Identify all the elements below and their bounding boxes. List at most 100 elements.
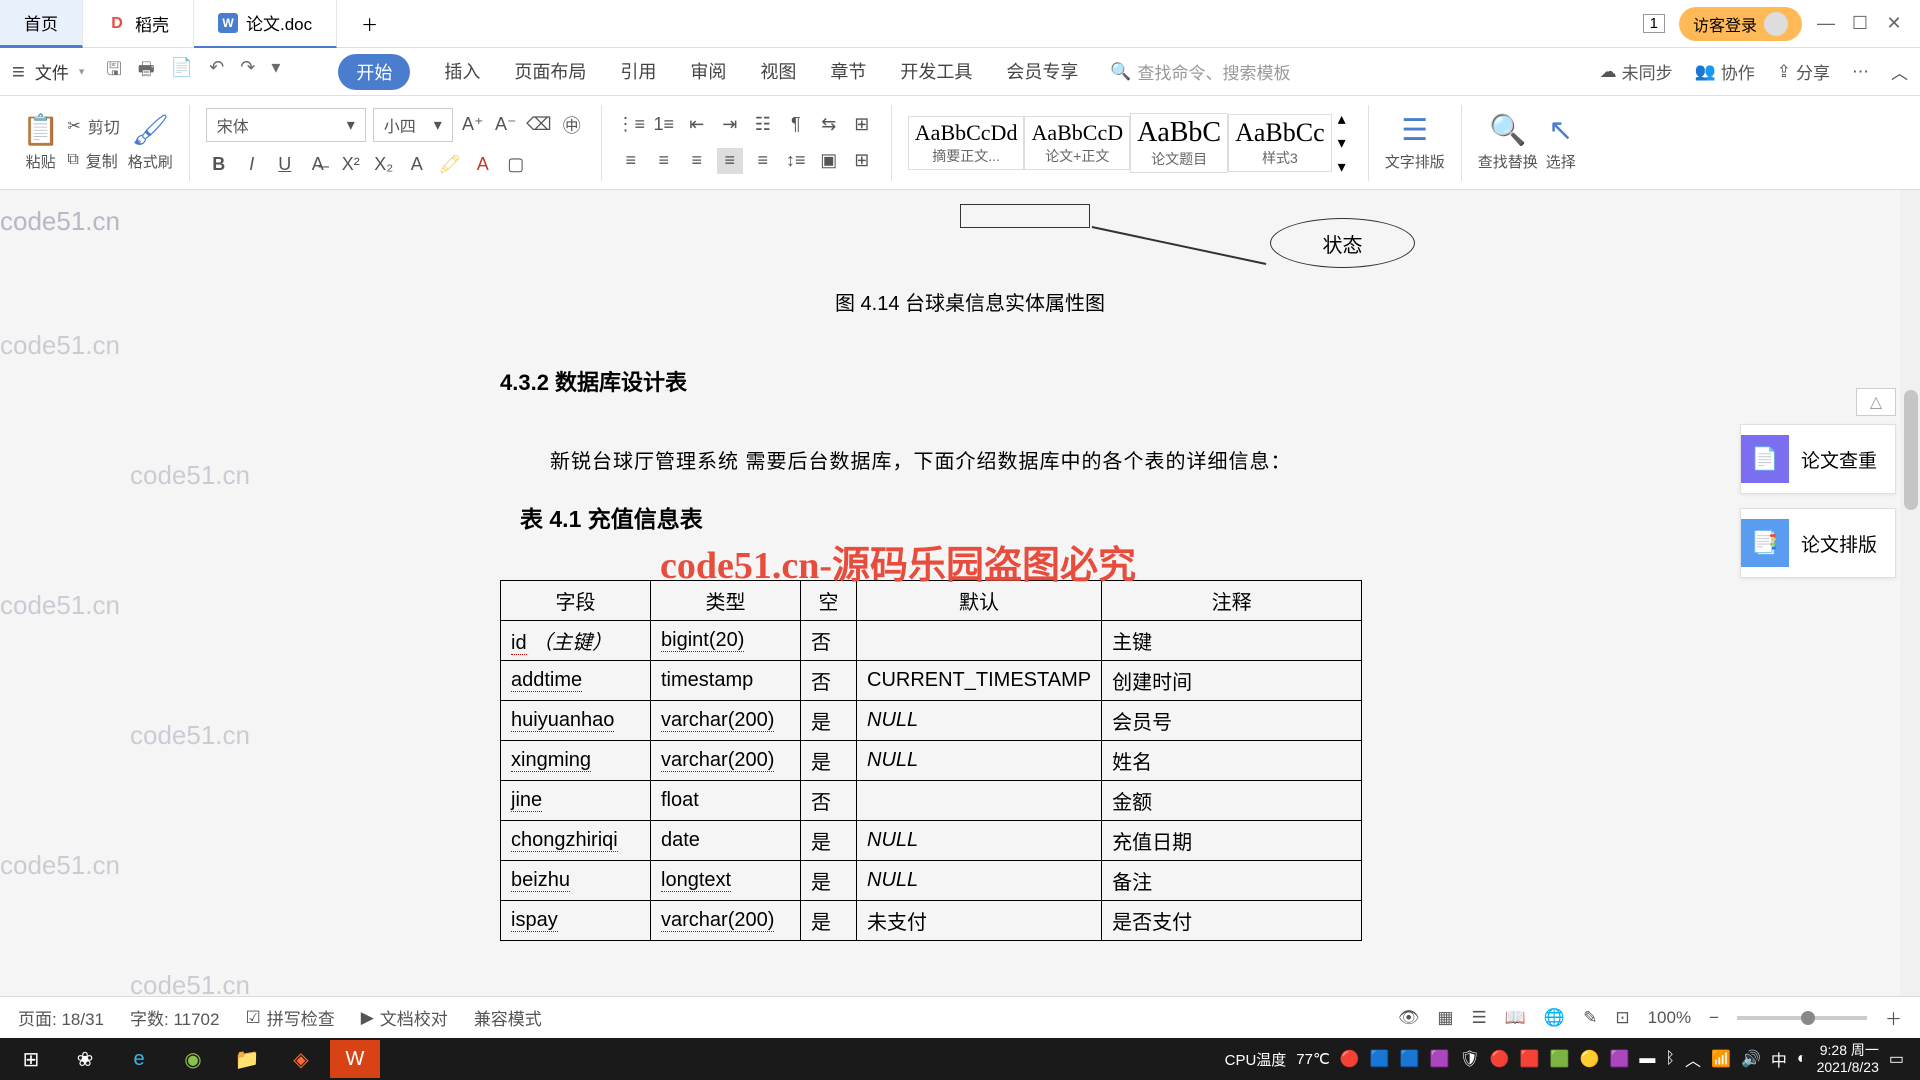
redo-icon[interactable]: ↷ xyxy=(240,57,255,87)
superscript-button[interactable]: X² xyxy=(338,152,364,178)
fit-icon[interactable]: ⊡ xyxy=(1615,1008,1629,1028)
tab-daoke[interactable]: D稻壳 xyxy=(83,0,194,48)
phonetic-icon[interactable]: ㊥ xyxy=(559,112,585,138)
menu-tab-view[interactable]: 视图 xyxy=(760,54,796,90)
wps-icon[interactable]: W xyxy=(330,1040,380,1078)
style-item[interactable]: AaBbC论文题目 xyxy=(1130,113,1228,173)
menu-tab-reference[interactable]: 引用 xyxy=(620,54,656,90)
tab-document[interactable]: W论文.doc xyxy=(194,0,337,48)
tray-icon[interactable]: ▬ xyxy=(1639,1050,1655,1068)
subscript-button[interactable]: X₂ xyxy=(371,152,397,178)
pen-icon[interactable]: ✎ xyxy=(1583,1008,1597,1028)
borders-icon[interactable]: ⊞ xyxy=(849,148,875,174)
ie-icon[interactable]: e xyxy=(114,1040,164,1078)
number-list-icon[interactable]: 1≡ xyxy=(651,112,677,138)
window-count[interactable]: 1 xyxy=(1643,14,1665,33)
menu-tab-chapter[interactable]: 章节 xyxy=(830,54,866,90)
style-more-icon[interactable]: ▾ xyxy=(1338,157,1346,177)
format-painter-button[interactable]: 🖌格式刷 xyxy=(128,113,173,172)
zoom-slider[interactable] xyxy=(1737,1016,1867,1020)
tray-up-icon[interactable]: ︿ xyxy=(1685,1047,1701,1071)
sync-status[interactable]: ☁未同步 xyxy=(1600,59,1673,84)
tray-icon[interactable]: 🔴 xyxy=(1340,1049,1360,1069)
tray-icon[interactable]: ◐ xyxy=(1797,1050,1807,1068)
increase-indent-icon[interactable]: ⇥ xyxy=(717,112,743,138)
save-icon[interactable]: 🖫 xyxy=(106,57,121,87)
undo-icon[interactable]: ↶ xyxy=(209,57,224,87)
file-menu[interactable]: 文件 xyxy=(35,59,69,84)
spell-check[interactable]: ☑拼写检查 xyxy=(245,1005,334,1030)
read-view-icon[interactable]: 📖 xyxy=(1505,1008,1526,1028)
chevron-down-icon[interactable]: ▾ xyxy=(79,65,85,78)
text-effect-button[interactable]: A xyxy=(404,152,430,178)
align-right-icon[interactable]: ≡ xyxy=(684,148,710,174)
page-view-icon[interactable]: ▦ xyxy=(1437,1008,1453,1028)
char-border-button[interactable]: ▢ xyxy=(503,152,529,178)
document-area[interactable]: 状态 图 4.14 台球桌信息实体属性图 4.3.2 数据库设计表 新锐台球厅管… xyxy=(0,190,1920,1024)
tray-icon[interactable]: 🟦 xyxy=(1370,1049,1390,1069)
menu-tab-member[interactable]: 会员专享 xyxy=(1006,54,1078,90)
notification-icon[interactable]: ▭ xyxy=(1889,1049,1904,1069)
style-item[interactable]: AaBbCcDd摘要正文... xyxy=(908,116,1025,170)
taskbar-clock[interactable]: 9:28 周一 2021/8/23 xyxy=(1817,1042,1879,1076)
underline-button[interactable]: U xyxy=(272,152,298,178)
copy-button[interactable]: ⧉复制 xyxy=(67,148,119,172)
menu-tab-devtools[interactable]: 开发工具 xyxy=(900,54,972,90)
start-button[interactable]: ⊞ xyxy=(6,1040,56,1078)
distribute-icon[interactable]: ≡ xyxy=(750,148,776,174)
paste-button[interactable]: 📋粘贴 xyxy=(22,113,59,172)
login-button[interactable]: 访客登录 xyxy=(1679,7,1802,41)
menu-tab-start[interactable]: 开始 xyxy=(338,54,410,90)
cut-button[interactable]: ✂剪切 xyxy=(67,114,119,138)
menu-tab-review[interactable]: 审阅 xyxy=(690,54,726,90)
border-icon[interactable]: ⊞ xyxy=(849,112,875,138)
align-justify-icon[interactable]: ≡ xyxy=(717,148,743,174)
chevron-down-icon[interactable]: ▾ xyxy=(271,57,280,87)
chevron-up-icon[interactable]: ︿ xyxy=(1891,59,1908,84)
hamburger-icon[interactable]: ≡ xyxy=(12,59,25,85)
share-button[interactable]: ⇪分享 xyxy=(1777,59,1830,84)
style-down-icon[interactable]: ▾ xyxy=(1338,133,1346,153)
menu-tab-insert[interactable]: 插入 xyxy=(444,54,480,90)
para-mark-icon[interactable]: ¶ xyxy=(783,112,809,138)
maximize-button[interactable]: ☐ xyxy=(1850,14,1870,34)
tab-icon[interactable]: ⇆ xyxy=(816,112,842,138)
italic-button[interactable]: I xyxy=(239,152,265,178)
explorer-icon[interactable]: 📁 xyxy=(222,1040,272,1078)
paper-check-button[interactable]: 📄论文查重 xyxy=(1740,424,1896,494)
paper-layout-button[interactable]: 📑论文排版 xyxy=(1740,508,1896,578)
align-center-icon[interactable]: ≡ xyxy=(651,148,677,174)
tray-icon[interactable]: 🛡 xyxy=(1460,1049,1480,1069)
tab-home[interactable]: 首页 xyxy=(0,0,83,48)
bluetooth-icon[interactable]: ᛒ xyxy=(1665,1050,1675,1068)
menu-tab-pagelayout[interactable]: 页面布局 xyxy=(514,54,586,90)
tray-icon[interactable]: 🟩 xyxy=(1550,1049,1570,1069)
word-count[interactable]: 字数: 11702 xyxy=(130,1005,219,1030)
shading-icon[interactable]: ▣ xyxy=(816,148,842,174)
highlight-button[interactable]: 🖍 xyxy=(437,152,463,178)
tab-new[interactable]: ＋ xyxy=(337,0,402,48)
decrease-font-icon[interactable]: A⁻ xyxy=(493,112,519,138)
zoom-in-icon[interactable]: ＋ xyxy=(1885,1005,1902,1030)
volume-icon[interactable]: 🔊 xyxy=(1741,1049,1761,1069)
text-layout-button[interactable]: ☰文字排版 xyxy=(1385,113,1445,172)
taskbar-app[interactable]: ❀ xyxy=(60,1040,110,1078)
clear-format-icon[interactable]: ⌫ xyxy=(526,112,552,138)
ime-icon[interactable]: 中 xyxy=(1771,1047,1787,1071)
align-left-icon[interactable]: ≡ xyxy=(618,148,644,174)
doc-proof[interactable]: ▶文档校对 xyxy=(361,1005,448,1030)
font-size-select[interactable]: 小四▾ xyxy=(373,108,453,142)
browser-icon[interactable]: ◉ xyxy=(168,1040,218,1078)
tray-icon[interactable]: 🟥 xyxy=(1520,1049,1540,1069)
line-spacing-icon[interactable]: ↕≡ xyxy=(783,148,809,174)
search-box[interactable]: 🔍查找命令、搜索模板 xyxy=(1110,59,1290,84)
more-icon[interactable]: ⋯ xyxy=(1852,62,1869,82)
print-icon[interactable]: 🖶 xyxy=(138,57,155,87)
web-view-icon[interactable]: 🌐 xyxy=(1544,1008,1565,1028)
preview-icon[interactable]: 📄 xyxy=(171,57,193,87)
minimize-button[interactable]: — xyxy=(1816,14,1836,34)
style-item[interactable]: AaBbCc样式3 xyxy=(1228,114,1332,172)
collab-button[interactable]: 👥协作 xyxy=(1695,59,1755,84)
tray-icon[interactable]: 🔴 xyxy=(1490,1049,1510,1069)
tray-icon[interactable]: 🟪 xyxy=(1610,1049,1630,1069)
